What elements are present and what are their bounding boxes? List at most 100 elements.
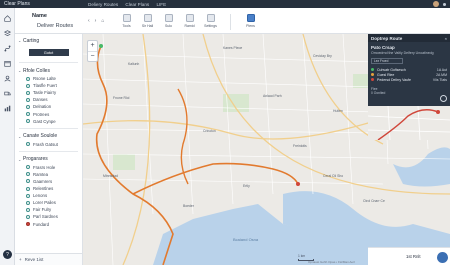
section-title: Carting: [23, 37, 40, 44]
stop-name: Pedersd Delirry Vaufe: [377, 77, 411, 82]
stop-dot-icon: [371, 78, 374, 82]
section-header[interactable]: ⌄ Carting: [15, 36, 82, 45]
page-title: Name: [32, 13, 47, 19]
list-item-label: Lenons: [33, 193, 48, 199]
status-dot-icon: [26, 200, 30, 205]
status-dot-icon: [26, 214, 30, 219]
map-label: Freinlotls: [293, 144, 307, 148]
status-dot-icon: [26, 90, 30, 95]
navigate-icon[interactable]: [440, 95, 447, 102]
list-item-selected[interactable]: Fundard: [15, 221, 82, 228]
list-item[interactable]: Gast Cynpe: [15, 118, 82, 125]
list-item[interactable]: Rsone Lalte: [15, 75, 82, 82]
toolbar-label: Sulo: [164, 24, 172, 28]
stop-name: Cuhvatr Goflsesch: [377, 67, 406, 72]
inset-map-graphic: [368, 106, 450, 140]
app-title: Clear Plans: [4, 1, 30, 7]
breadcrumb: Deliery Routes Clear Plans LIFE: [88, 2, 172, 7]
window-controls: [433, 1, 446, 7]
zoom-in-button[interactable]: +: [88, 41, 97, 51]
section-title: Canate Soulole: [23, 133, 58, 140]
toolbar-plens-button[interactable]: Plens: [241, 14, 260, 32]
status-dot-icon: [26, 104, 30, 109]
status-dot-icon: [26, 172, 30, 177]
bottom-action-label[interactable]: 1st Rnlt: [406, 254, 421, 259]
route-dropdown[interactable]: Lez Frued: [371, 58, 403, 64]
route-stop[interactable]: Pedersd Delirry Vaufe Viis Tlats: [368, 77, 450, 82]
divider: [19, 150, 78, 152]
breadcrumb-item[interactable]: Deliery Routes: [88, 2, 118, 7]
list-item-label: Fair Fulry: [33, 207, 52, 213]
list-item[interactable]: Lorer Pailes: [15, 199, 82, 206]
status-dot-icon: [26, 76, 30, 81]
stop-name: Guesl Rlee: [377, 72, 395, 77]
list-item[interactable]: Parl Sardnes: [15, 213, 82, 220]
map-label: Ceral Ctl Sho: [323, 174, 344, 178]
list-item[interactable]: Frash Gatsut: [15, 141, 82, 148]
zoom-out-button[interactable]: −: [88, 51, 97, 61]
plus-icon: +: [19, 257, 22, 262]
stop-value: 1A Aut: [436, 67, 447, 72]
truck-icon[interactable]: [3, 89, 12, 98]
divider: [19, 127, 78, 129]
toolbar-divider: [230, 14, 231, 30]
chart-icon[interactable]: [3, 104, 12, 113]
calendar-icon[interactable]: [3, 59, 12, 68]
section-title: Progarares: [23, 156, 48, 163]
sidebar: ⌄ Carting Gotct ⌄ Rfole Colles Rsone Lalte…: [15, 34, 83, 265]
section-header[interactable]: ⌄ Rfole Colles: [15, 66, 82, 75]
list-item[interactable]: Protrees: [15, 110, 82, 117]
toolbar-label: Tools: [122, 24, 131, 28]
forward-icon[interactable]: ›: [95, 18, 97, 24]
section-header[interactable]: ⌄ Progarares: [15, 155, 82, 164]
list-item-label: Frasrs Hole: [33, 164, 56, 170]
close-icon[interactable]: ×: [445, 36, 447, 41]
list-item[interactable]: Delnation: [15, 103, 82, 110]
breadcrumb-item[interactable]: Clear Plans: [125, 2, 149, 7]
toolbar-ramid-button[interactable]: Ramid: [180, 14, 199, 32]
map-label: Anlaod Parh: [263, 94, 282, 98]
toolbar-settings-button[interactable]: Settings: [201, 14, 220, 32]
toolbar-label: Plens: [246, 24, 255, 28]
user-icon[interactable]: [3, 74, 12, 83]
map-label: Boeder: [183, 204, 194, 208]
help-icon[interactable]: ?: [3, 250, 12, 259]
status-dot-icon: [26, 193, 30, 198]
list-item-label: Lorer Pailes: [33, 200, 56, 206]
list-item[interactable]: Lenons: [15, 192, 82, 199]
list-item-label: Tlasfle Fuert: [33, 83, 57, 89]
home-icon[interactable]: ⌂: [101, 18, 104, 24]
status-dot-icon: [26, 222, 30, 227]
list-item[interactable]: Relentlnes: [15, 185, 82, 192]
map-label: Ctrol Cnarr Ce: [363, 199, 385, 203]
toolbar-sulo-button[interactable]: Sulo: [159, 14, 178, 32]
list-item[interactable]: Ramtea: [15, 171, 82, 178]
route-panel: Doptrep Route × Pato Crsap Omoedrnd the …: [368, 34, 450, 106]
section-header[interactable]: ⌄ Canate Soulole: [15, 132, 82, 141]
list-item-label: Parl Sardnes: [33, 214, 58, 220]
list-item[interactable]: Tlasfle Fuert: [15, 82, 82, 89]
list-item[interactable]: Fair Fulry: [15, 206, 82, 213]
avatar[interactable]: [433, 1, 439, 7]
back-icon[interactable]: ‹: [88, 18, 90, 24]
sidebar-footer[interactable]: + Reve 1ist: [15, 253, 82, 265]
status-dot-icon: [26, 112, 30, 117]
breadcrumb-item[interactable]: LIFE: [156, 2, 166, 7]
list-item[interactable]: Danses: [15, 96, 82, 103]
toolbar-tools-button[interactable]: Tools: [117, 14, 136, 32]
title-bar: Clear Plans Deliery Routes Clear Plans L…: [0, 0, 450, 8]
home-icon[interactable]: [3, 14, 12, 23]
list-item[interactable]: Gaamrers: [15, 178, 82, 185]
route-icon[interactable]: [3, 44, 12, 53]
icon-rail: ?: [0, 8, 15, 265]
nav-buttons: ‹ › ⌂: [88, 18, 104, 24]
list-item[interactable]: Tasle Fiairry: [15, 89, 82, 96]
toolbar-sirhall-button[interactable]: Sir Hall: [138, 14, 157, 32]
toolbar-label: Settings: [204, 24, 217, 28]
list-item[interactable]: Frasrs Hole: [15, 164, 82, 171]
primary-button[interactable]: Gotct: [28, 49, 69, 56]
add-button[interactable]: [437, 252, 448, 263]
more-icon[interactable]: [443, 2, 446, 6]
layers-icon[interactable]: [3, 29, 12, 38]
inset-map[interactable]: [368, 106, 450, 140]
